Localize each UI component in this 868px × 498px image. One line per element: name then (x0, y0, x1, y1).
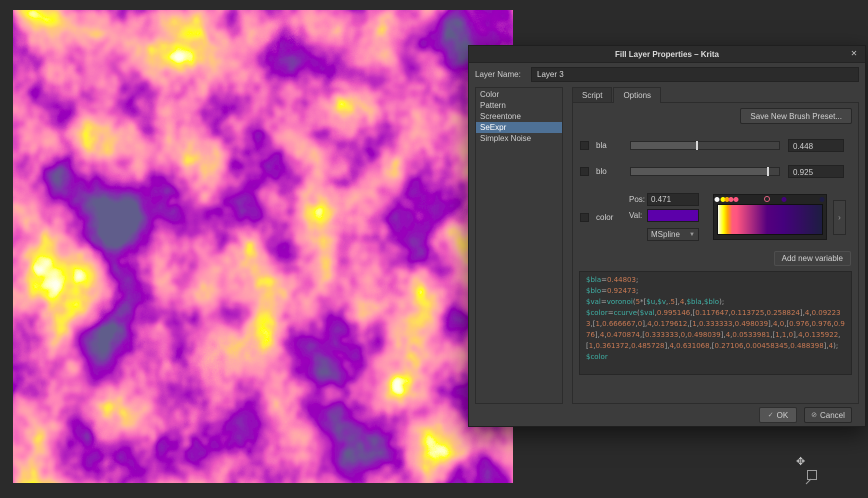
script-line: $bla=0.44803; (586, 275, 845, 286)
bla-variable-name: bla (596, 141, 630, 150)
tab-script[interactable]: Script (572, 87, 612, 102)
pos-label: Pos: (629, 195, 647, 204)
cancel-button[interactable]: ⊘ Cancel (804, 407, 852, 423)
bla-checkbox[interactable] (580, 141, 589, 150)
options-tab-pane: Save New Brush Preset... bla 0.448 blo 0.92… (572, 102, 859, 404)
dialog-titlebar[interactable]: Fill Layer Properties – Krita ✕ (469, 46, 865, 63)
color-variable-name: color (596, 213, 629, 222)
interpolation-dropdown[interactable]: MSpline ▼ (647, 228, 699, 241)
canvas-texture[interactable] (13, 10, 513, 483)
tab-options[interactable]: Options (613, 87, 661, 103)
tab-bar: ScriptOptions (572, 87, 859, 102)
seexpr-script-editor[interactable]: $bla=0.44803;$blo=0.92473;$val=voronoi(5… (579, 271, 852, 375)
check-icon: ✓ (768, 411, 774, 419)
blo-value[interactable]: 0.925 (788, 165, 844, 178)
blo-variable-name: blo (596, 167, 630, 176)
color-variable-row: color Pos: Val: (579, 193, 852, 241)
add-new-variable-button[interactable]: Add new variable (774, 251, 851, 266)
pos-input[interactable] (647, 193, 699, 206)
generator-type-simplex-noise[interactable]: Simplex Noise (476, 133, 562, 144)
interpolation-value: MSpline (651, 230, 680, 239)
script-line: $blo=0.92473; (586, 286, 845, 297)
dialog-title: Fill Layer Properties – Krita (615, 50, 719, 59)
fill-layer-properties-dialog: Fill Layer Properties – Krita ✕ Layer Na… (468, 45, 866, 427)
bla-slider[interactable] (630, 141, 780, 150)
layer-name-label: Layer Name: (475, 70, 531, 79)
val-color-swatch[interactable] (647, 209, 699, 222)
krita-desktop: Fill Layer Properties – Krita ✕ Layer Na… (0, 0, 868, 498)
bla-value[interactable]: 0.448 (788, 139, 844, 152)
gradient-stop[interactable] (715, 197, 720, 202)
dialog-footer: ✓ OK ⊘ Cancel (475, 404, 859, 423)
cancel-icon: ⊘ (811, 411, 817, 419)
gradient-stop-handles (717, 196, 823, 204)
slider-handle[interactable] (696, 141, 698, 150)
gradient-stop[interactable] (820, 197, 825, 202)
transform-frame-icon (807, 470, 817, 480)
bla-variable-row: bla 0.448 (579, 139, 852, 152)
script-line: $color=ccurve($val,0.995146,[0.117647,0.… (586, 308, 845, 352)
slider-handle[interactable] (767, 167, 769, 176)
dialog-body: Layer Name: ColorPatternScreentoneSeExpr… (469, 63, 865, 426)
gradient-ramp[interactable] (717, 204, 823, 235)
move-cursor-icon: ✥ (796, 457, 805, 468)
chevron-down-icon: ▼ (689, 232, 695, 238)
next-gradient-button[interactable]: › (833, 200, 846, 235)
blo-slider[interactable] (630, 167, 780, 176)
script-line: $val=voronoi(5*[$u,$v,.5],4,$bla,$blo); (586, 297, 845, 308)
generator-type-seexpr[interactable]: SeExpr (476, 122, 562, 133)
script-line: $color (586, 352, 845, 363)
generator-type-screentone[interactable]: Screentone (476, 111, 562, 122)
variable-controls: bla 0.448 blo 0.925 (579, 139, 852, 191)
gradient-stop-selected[interactable] (764, 196, 770, 202)
generator-type-color[interactable]: Color (476, 89, 562, 100)
close-icon[interactable]: ✕ (849, 49, 859, 58)
generator-type-pattern[interactable]: Pattern (476, 100, 562, 111)
gradient-ramp-widget[interactable] (713, 194, 827, 240)
gradient-stop[interactable] (781, 197, 786, 202)
voronoi-plasma-image (13, 10, 513, 483)
ok-button[interactable]: ✓ OK (759, 407, 797, 423)
blo-checkbox[interactable] (580, 167, 589, 176)
val-label: Val: (629, 211, 647, 220)
layer-name-input[interactable] (531, 67, 859, 82)
color-checkbox[interactable] (580, 213, 589, 222)
blo-variable-row: blo 0.925 (579, 165, 852, 178)
gradient-stop[interactable] (734, 197, 739, 202)
save-new-brush-preset-button[interactable]: Save New Brush Preset... (740, 108, 852, 124)
generator-type-list: ColorPatternScreentoneSeExprSimplex Nois… (475, 87, 563, 404)
